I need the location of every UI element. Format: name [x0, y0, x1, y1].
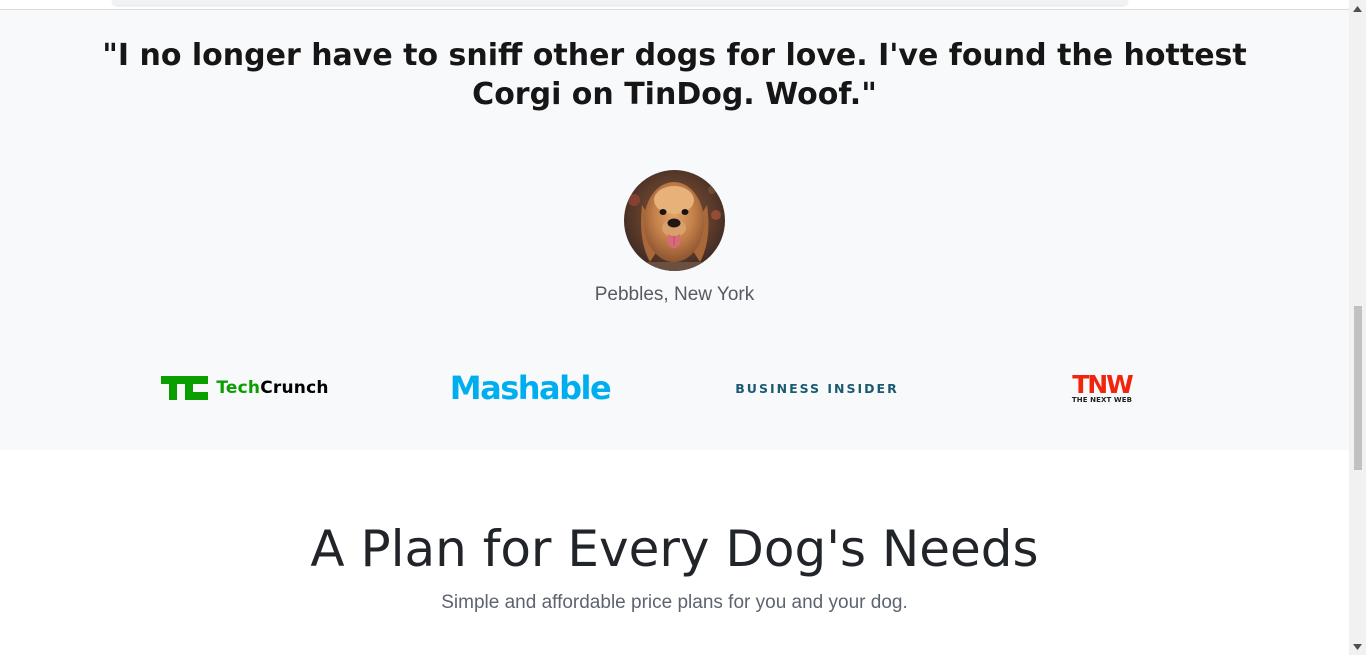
testimonial-quote: "I no longer have to sniff other dogs fo… [102, 38, 1247, 112]
page-viewport: "I no longer have to sniff other dogs fo… [0, 0, 1349, 655]
tnw-wordmark: THE NEXT WEB [1071, 396, 1133, 404]
scrollbar-thumb[interactable] [1354, 306, 1362, 470]
testimonial-avatar [624, 170, 725, 271]
triangle-down-icon [1353, 643, 1362, 650]
triangle-up-icon [1353, 5, 1362, 12]
scroll-up-button[interactable] [1349, 0, 1366, 17]
vertical-scrollbar[interactable] [1349, 0, 1366, 655]
golden-retriever-photo [624, 170, 725, 271]
pricing-subtitle: Simple and affordable price plans for yo… [441, 592, 908, 613]
techcrunch-wordmark-suffix: Crunch [260, 378, 329, 398]
techcrunch-logo: TechCrunch [140, 358, 350, 418]
mashable-logo: Mashable [425, 358, 635, 418]
business-insider-wordmark: BUSINESS INSIDER [735, 380, 899, 396]
pricing-title: A Plan for Every Dog's Needs [310, 520, 1039, 578]
testimonials-section: "I no longer have to sniff other dogs fo… [0, 10, 1349, 450]
testimonial-author: Pebbles, New York [594, 284, 755, 305]
tnw-logo: TNW THE NEXT WEB [997, 358, 1207, 418]
techcrunch-wordmark: TechCrunch [216, 378, 328, 398]
scroll-down-button[interactable] [1349, 638, 1366, 655]
tnw-mark: TNW [1072, 370, 1134, 399]
mashable-wordmark: Mashable [449, 369, 612, 407]
business-insider-logo: BUSINESS INSIDER [712, 358, 922, 418]
techcrunch-mark-icon [161, 376, 209, 400]
previous-section-card-edge [112, 0, 1128, 5]
techcrunch-wordmark-prefix: Tech [216, 378, 261, 398]
